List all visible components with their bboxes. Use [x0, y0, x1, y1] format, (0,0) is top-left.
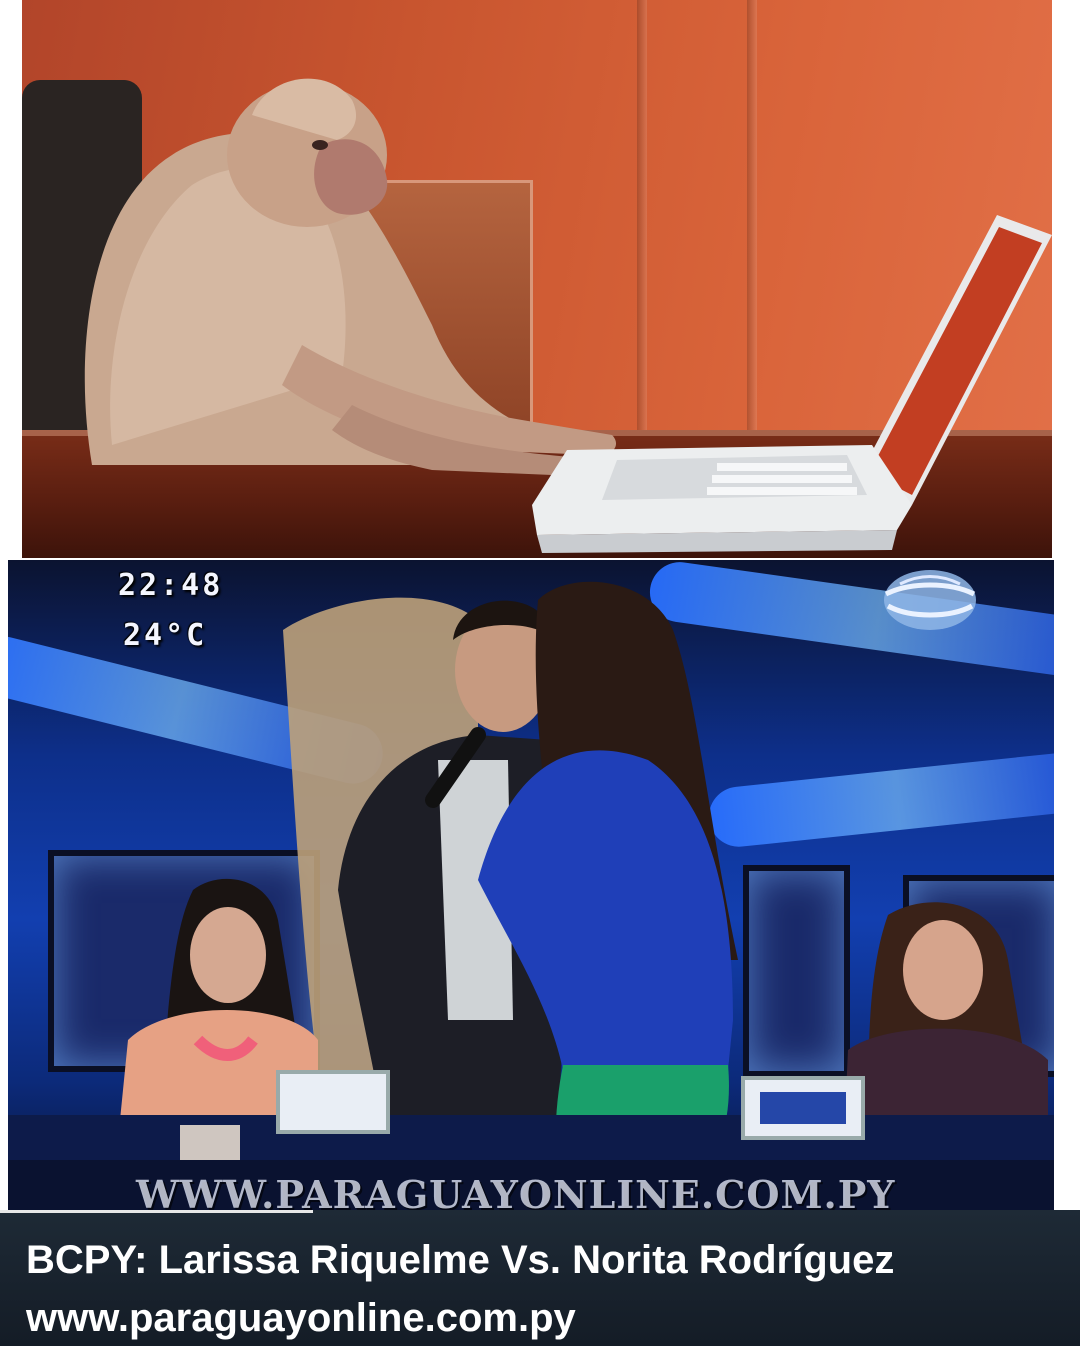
laptop-illustration [532, 215, 1052, 553]
tv-temperature: 24°C [123, 618, 208, 653]
baboon-photo-panel [22, 0, 1052, 558]
video-caption-bar: BCPY: Larissa Riquelme Vs. Norita Rodríg… [0, 1210, 1080, 1346]
tv-watermark: WWW.PARAGUAYONLINE.COM.PY [136, 1172, 896, 1212]
tv-clock: 22:48 [118, 568, 224, 603]
video-source-link[interactable]: www.paraguayonline.com.py [26, 1296, 576, 1341]
channel-logo-icon [884, 570, 976, 630]
video-title: BCPY: Larissa Riquelme Vs. Norita Rodríg… [26, 1238, 895, 1282]
studio-scene [8, 581, 1054, 1212]
tv-screenshot-panel: 22:48 24°C WWW.PARAGUAYONLINE.COM.PY [8, 560, 1054, 1212]
video-progress-bar[interactable] [0, 1210, 314, 1213]
